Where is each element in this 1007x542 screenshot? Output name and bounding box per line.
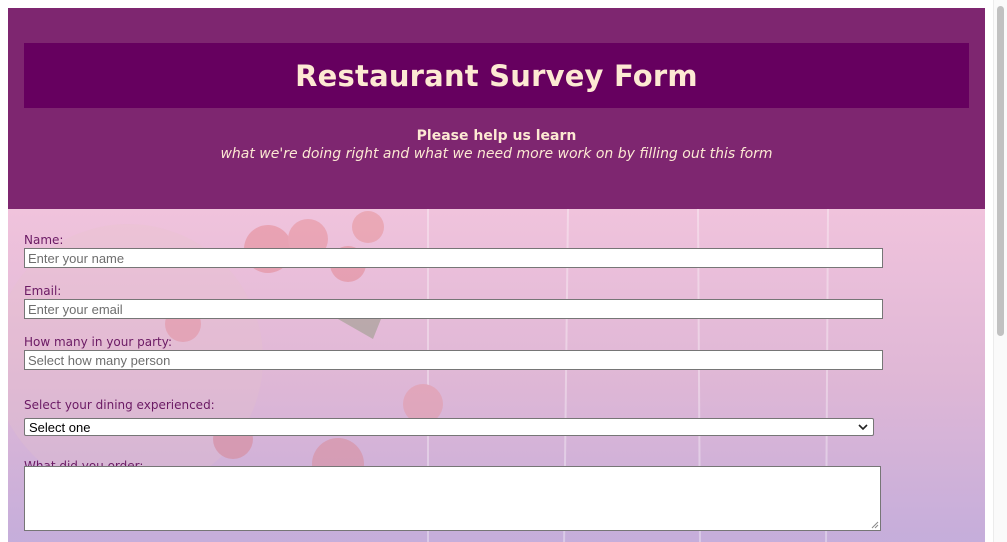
order-textarea[interactable] (24, 466, 881, 531)
dining-experience-selected: Select one (29, 419, 91, 435)
title-banner: Restaurant Survey Form (24, 43, 969, 108)
chevron-down-icon (858, 424, 868, 431)
party-size-input[interactable] (24, 350, 883, 370)
scrollbar-thumb[interactable] (997, 6, 1004, 336)
page-header: Restaurant Survey Form Please help us le… (8, 8, 985, 209)
dining-experience-select[interactable]: Select one (24, 418, 874, 436)
survey-page: Restaurant Survey Form Please help us le… (8, 8, 985, 542)
page-scrollbar[interactable] (993, 0, 1007, 542)
description-text: what we're doing right and what we need … (220, 146, 773, 162)
resize-grip-icon[interactable] (871, 521, 879, 529)
party-size-label: How many in your party: (24, 335, 172, 349)
email-input[interactable] (24, 299, 883, 319)
survey-form: Name: Email: How many in your party: Sel… (8, 209, 985, 542)
email-label: Email: (24, 284, 62, 298)
name-label: Name: (24, 233, 64, 247)
page-title: Restaurant Survey Form (295, 58, 698, 93)
name-input[interactable] (24, 248, 883, 268)
dining-experience-label: Select your dining experienced: (24, 398, 215, 412)
description-heading: Please help us learn (416, 128, 577, 144)
